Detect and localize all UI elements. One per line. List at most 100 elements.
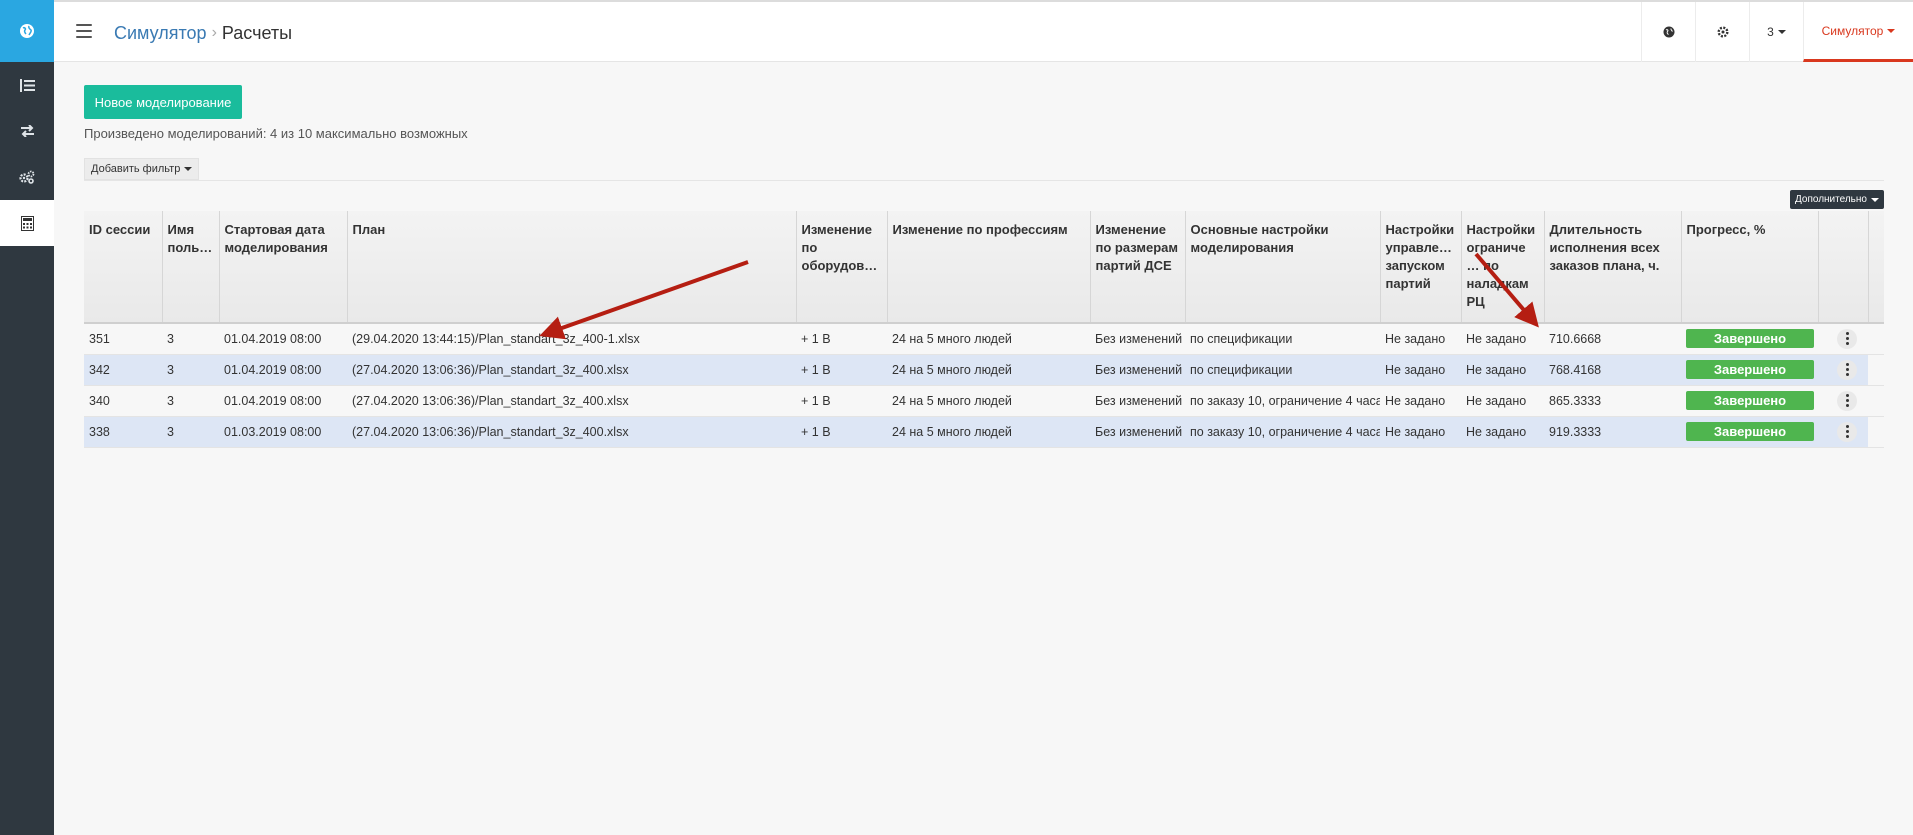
cell-start-date: 01.03.2019 08:00 <box>219 416 347 448</box>
chevron-down-icon <box>1887 28 1896 33</box>
cell-plan[interactable]: (27.04.2020 13:06:36)/Plan_standart_3z_4… <box>347 385 796 417</box>
cell-main-settings: по спецификации <box>1185 323 1380 355</box>
column-header <box>1818 211 1869 324</box>
add-filter-label: Добавить фильтр <box>91 163 181 175</box>
settings-button[interactable] <box>1695 2 1749 62</box>
globe-icon <box>20 24 34 38</box>
sidebar <box>0 0 54 835</box>
cell-start-date: 01.04.2019 08:00 <box>219 354 347 386</box>
breadcrumb-simulator-link[interactable]: Симулятор <box>114 22 207 44</box>
calculator-icon <box>20 215 34 231</box>
chevron-down-icon <box>1870 197 1879 202</box>
top-bar: Симулятор › Расчеты 3 Симулятор <box>54 0 1913 62</box>
module-label: Симулятор <box>1821 23 1884 38</box>
cell-equipment: + 1 В <box>796 323 887 355</box>
column-header[interactable]: ID сессии <box>84 211 163 324</box>
cell-professions: 24 на 5 много людей <box>887 354 1090 386</box>
cell-launch-settings: Не задано <box>1380 385 1461 417</box>
list-icon <box>19 78 35 92</box>
cell-setup-settings: Не задано <box>1461 416 1544 448</box>
cell-equipment: + 1 В <box>796 416 887 448</box>
cell-spacer <box>1868 354 1884 386</box>
row-menu-icon[interactable] <box>1837 359 1857 380</box>
user-number: 3 <box>1767 25 1774 39</box>
cell-launch-settings: Не задано <box>1380 354 1461 386</box>
add-filter-button[interactable]: Добавить фильтр <box>84 158 200 180</box>
column-header[interactable]: Изменение по профессиям <box>887 211 1091 324</box>
gear-icon <box>1716 26 1729 38</box>
table-header-row: ID сессии Имя поль… Стартовая дата модел… <box>84 211 1884 324</box>
column-header[interactable]: Основные настройки моделирования <box>1185 211 1381 324</box>
cell-session-id: 342 <box>84 354 162 386</box>
more-options-label: Дополнительно <box>1795 194 1867 205</box>
column-header[interactable]: Длительность исполнения всех заказов пла… <box>1544 211 1682 324</box>
cell-duration: 768.4168 <box>1544 354 1681 386</box>
column-header-spacer <box>1868 211 1884 324</box>
more-options-button[interactable]: Дополнительно <box>1790 190 1884 209</box>
chevron-down-icon <box>1777 30 1786 34</box>
divider <box>84 180 1884 181</box>
sidebar-item-transfer[interactable] <box>0 108 54 154</box>
cell-actions <box>1818 385 1868 417</box>
row-menu-icon[interactable] <box>1837 421 1857 442</box>
column-header[interactable]: Прогресс, % <box>1681 211 1819 324</box>
table-row[interactable]: 338 3 01.03.2019 08:00 (27.04.2020 13:06… <box>84 416 1884 448</box>
status-badge: Завершено <box>1686 329 1814 349</box>
row-menu-icon[interactable] <box>1837 390 1857 411</box>
cell-equipment: + 1 В <box>796 354 887 386</box>
cell-launch-settings: Не задано <box>1380 323 1461 355</box>
column-header[interactable]: Изменение по оборудов… <box>796 211 888 324</box>
column-header[interactable]: Имя поль… <box>162 211 220 324</box>
cell-user: 3 <box>162 416 219 448</box>
cell-progress: Завершено <box>1681 323 1818 355</box>
column-header[interactable]: Настройки ограниче… по наладкам РЦ <box>1461 211 1545 324</box>
cell-duration: 710.6668 <box>1544 323 1681 355</box>
language-button[interactable] <box>1641 2 1695 62</box>
simulation-count-info: Произведено моделирований: 4 из 10 макси… <box>84 126 468 141</box>
cell-launch-settings: Не задано <box>1380 416 1461 448</box>
menu-toggle-icon[interactable] <box>76 24 92 38</box>
column-header[interactable]: Изменение по размерам партий ДСЕ <box>1090 211 1186 324</box>
gears-icon <box>19 170 35 184</box>
top-bar-actions: 3 Симулятор <box>1641 2 1913 62</box>
cell-duration: 919.3333 <box>1544 416 1681 448</box>
column-header[interactable]: Стартовая дата моделирования <box>219 211 348 324</box>
table-row[interactable]: 342 3 01.04.2019 08:00 (27.04.2020 13:06… <box>84 354 1884 386</box>
cell-professions: 24 на 5 много людей <box>887 416 1090 448</box>
user-menu-button[interactable]: 3 <box>1749 2 1803 62</box>
cell-plan[interactable]: (29.04.2020 13:44:15)/Plan_standart_3z_4… <box>347 323 796 355</box>
row-menu-icon[interactable] <box>1837 328 1857 349</box>
table-row[interactable]: 340 3 01.04.2019 08:00 (27.04.2020 13:06… <box>84 385 1884 417</box>
column-header[interactable]: План <box>347 211 797 324</box>
sidebar-item-calculations[interactable] <box>0 200 54 246</box>
cell-actions <box>1818 323 1868 355</box>
breadcrumb: Симулятор › Расчеты <box>114 22 292 44</box>
cell-session-id: 338 <box>84 416 162 448</box>
cell-batch-sizes: Без изменений <box>1090 385 1185 417</box>
cell-session-id: 351 <box>84 323 162 355</box>
breadcrumb-current: Расчеты <box>221 23 293 43</box>
cell-plan[interactable]: (27.04.2020 13:06:36)/Plan_standart_3z_4… <box>347 416 796 448</box>
sidebar-item-list[interactable] <box>0 62 54 108</box>
cell-start-date: 01.04.2019 08:00 <box>219 385 347 417</box>
cell-setup-settings: Не задано <box>1461 323 1544 355</box>
cell-actions <box>1818 354 1868 386</box>
cell-professions: 24 на 5 много людей <box>887 385 1090 417</box>
module-menu-button[interactable]: Симулятор <box>1803 2 1913 62</box>
breadcrumb-separator-icon: › <box>211 24 217 41</box>
cell-session-id: 340 <box>84 385 162 417</box>
column-header[interactable]: Настройки управле… запуском партий <box>1380 211 1462 324</box>
cell-user: 3 <box>162 385 219 417</box>
sidebar-logo[interactable] <box>0 0 54 62</box>
transfer-icon <box>20 125 34 137</box>
cell-professions: 24 на 5 много людей <box>887 323 1090 355</box>
status-badge: Завершено <box>1686 391 1814 410</box>
table-row[interactable]: 351 3 01.04.2019 08:00 (29.04.2020 13:44… <box>84 323 1884 355</box>
status-badge: Завершено <box>1686 422 1814 441</box>
sidebar-item-settings[interactable] <box>0 154 54 200</box>
cell-spacer <box>1868 416 1884 448</box>
cell-main-settings: по спецификации <box>1185 354 1380 386</box>
cell-plan[interactable]: (27.04.2020 13:06:36)/Plan_standart_3z_4… <box>347 354 796 386</box>
cell-setup-settings: Не задано <box>1461 354 1544 386</box>
new-simulation-button[interactable]: Новое моделирование <box>84 85 242 119</box>
